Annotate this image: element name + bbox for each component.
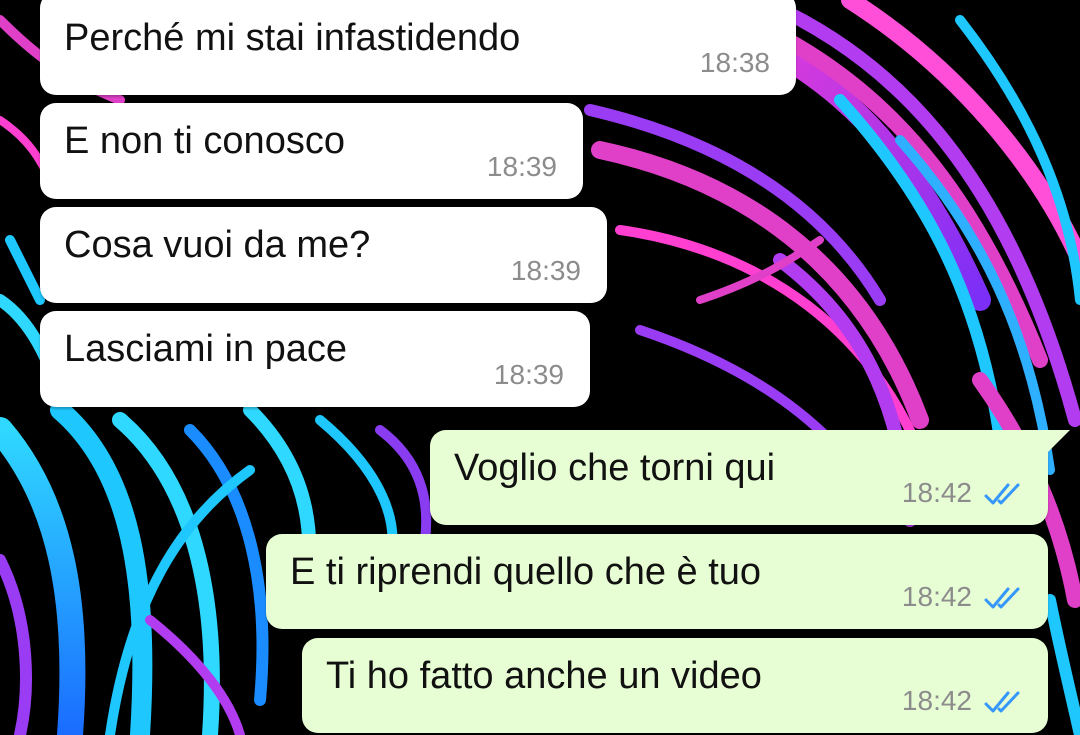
message-timestamp: 18:39 [486, 151, 557, 182]
message-timestamp: 18:39 [493, 359, 564, 390]
incoming-message-bubble[interactable]: Cosa vuoi da me? 18:39 [40, 207, 607, 303]
outgoing-message-bubble[interactable]: Ti ho fatto anche un video 18:42 [302, 638, 1048, 733]
outgoing-message-bubble[interactable]: Voglio che torni qui 18:42 [430, 430, 1048, 525]
double-check-read-icon [984, 691, 1020, 713]
message-text: Lasciami in pace [64, 328, 348, 370]
outgoing-message-bubble[interactable]: E ti riprendi quello che è tuo 18:42 [266, 534, 1048, 629]
message-timestamp: 18:42 [901, 477, 972, 508]
incoming-message-bubble[interactable]: E non ti conosco 18:39 [40, 103, 583, 199]
double-check-read-icon [984, 587, 1020, 609]
double-check-read-icon [984, 483, 1020, 505]
message-timestamp: 18:42 [901, 685, 972, 716]
message-timestamp: 18:39 [510, 255, 581, 286]
message-timestamp: 18:38 [699, 47, 770, 78]
message-timestamp: 18:42 [901, 581, 972, 612]
incoming-message-bubble[interactable]: Lasciami in pace 18:39 [40, 311, 590, 407]
message-text: Ti ho fatto anche un video [326, 655, 762, 697]
message-text: Perché mi stai infastidendo [64, 17, 521, 59]
incoming-message-bubble[interactable]: Perché mi stai infastidendo 18:38 [40, 0, 796, 95]
message-text: Cosa vuoi da me? [64, 224, 371, 266]
message-text: Voglio che torni qui [454, 447, 776, 489]
chat-view: Perché mi stai infastidendo 18:38 E non … [0, 0, 1080, 735]
message-text: E ti riprendi quello che è tuo [290, 551, 762, 593]
message-text: E non ti conosco [64, 120, 345, 162]
outgoing-bubble-tail [1046, 430, 1070, 452]
